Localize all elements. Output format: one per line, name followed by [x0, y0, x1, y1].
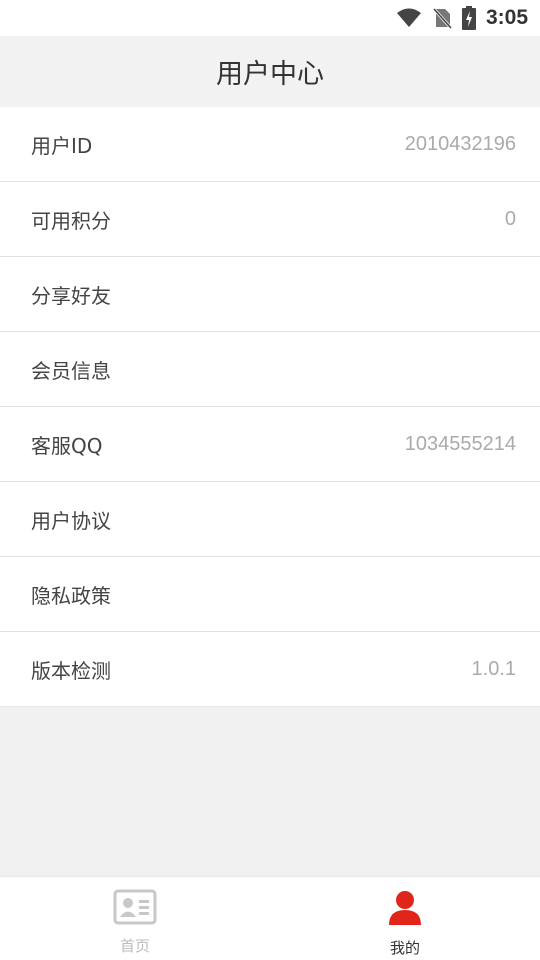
nav-label-mine: 我的: [389, 939, 420, 957]
header: 用户中心: [0, 36, 540, 107]
nav-label-home: 首页: [119, 937, 150, 955]
row-value: 2010432196: [404, 132, 516, 155]
row-value: 1.0.1: [471, 657, 516, 680]
row-value: 0: [504, 207, 516, 230]
nav-item-mine[interactable]: 我的: [270, 877, 540, 960]
contact-card-icon: [113, 889, 157, 929]
row-label: 隐私政策: [31, 583, 111, 608]
row-label: 版本检测: [31, 658, 111, 683]
row-user-agreement[interactable]: 用户协议: [0, 482, 540, 557]
wifi-icon: [396, 8, 422, 28]
row-label: 用户ID: [31, 133, 93, 158]
row-label: 可用积分: [31, 208, 111, 233]
battery-charging-icon: [461, 6, 476, 30]
row-user-id: 用户ID 2010432196: [0, 107, 540, 182]
row-version-check[interactable]: 版本检测 1.0.1: [0, 632, 540, 707]
page-title: 用户中心: [216, 59, 324, 90]
row-member-info[interactable]: 会员信息: [0, 332, 540, 407]
status-bar: 3:05: [0, 0, 540, 36]
no-sim-icon: [432, 7, 452, 29]
row-label: 用户协议: [31, 508, 111, 533]
nav-item-home[interactable]: 首页: [0, 877, 270, 960]
status-time: 3:05: [485, 6, 528, 29]
row-value: 1034555214: [404, 432, 516, 455]
row-label: 会员信息: [31, 358, 111, 383]
row-label: 分享好友: [31, 283, 111, 308]
row-privacy-policy[interactable]: 隐私政策: [0, 557, 540, 632]
row-available-points[interactable]: 可用积分 0: [0, 182, 540, 257]
row-customer-service-qq[interactable]: 客服QQ 1034555214: [0, 407, 540, 482]
user-center-list: 用户ID 2010432196 可用积分 0 分享好友 会员信息 客服QQ 10…: [0, 107, 540, 707]
bottom-nav: 首页 我的: [0, 876, 540, 960]
user-icon: [387, 889, 423, 931]
row-share-friends[interactable]: 分享好友: [0, 257, 540, 332]
row-label: 客服QQ: [31, 433, 103, 458]
